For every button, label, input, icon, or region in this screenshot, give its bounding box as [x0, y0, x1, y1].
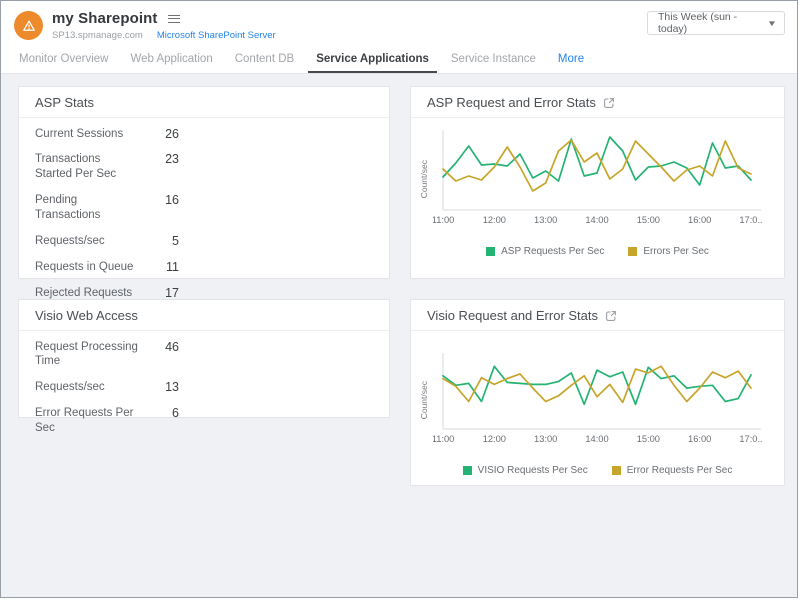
stat-row: Error Requests Per Sec6 [35, 401, 373, 442]
legend-label: Error Requests Per Sec [627, 465, 733, 476]
stat-label: Requests in Queue [35, 260, 139, 275]
svg-text:15:00: 15:00 [637, 434, 660, 444]
legend-swatch [628, 247, 637, 256]
tab-web-application[interactable]: Web Application [122, 49, 220, 73]
legend-swatch [486, 247, 495, 256]
stat-value: 46 [139, 340, 179, 354]
legend-item-visio-requests-per-sec[interactable]: VISIO Requests Per Sec [463, 465, 588, 476]
header: my Sharepoint SP13.spmanage.com Microsof… [1, 1, 797, 49]
svg-text:11:00: 11:00 [433, 215, 454, 225]
stat-row: Request Processing Time46 [35, 334, 373, 375]
svg-text:17:0..: 17:0.. [739, 215, 762, 225]
asp-line-chart: 11:00 12:00 13:00 14:00 15:00 16:00 17:0.. [433, 126, 778, 232]
time-range-select[interactable]: This Week (sun - today) ▼ [647, 11, 785, 35]
stat-value: 5 [139, 234, 179, 248]
legend-item-errors-per-sec[interactable]: Errors Per Sec [628, 246, 709, 257]
stat-label: Request Processing Time [35, 340, 139, 370]
tab-service-instance[interactable]: Service Instance [443, 49, 544, 73]
visio-line-chart: 11:00 12:00 13:00 14:00 15:00 16:00 17:0.. [433, 349, 778, 451]
chevron-down-icon: ▼ [767, 19, 777, 28]
asp-stats-panel: ASP Stats Current Sessions26Transactions… [18, 86, 390, 279]
time-range-value: This Week (sun - today) [658, 11, 768, 35]
popout-icon[interactable] [603, 97, 615, 109]
svg-text:13:00: 13:00 [534, 434, 557, 444]
page-title: my Sharepoint [52, 10, 158, 27]
legend-swatch [612, 466, 621, 475]
asp-chart-title: ASP Request and Error Stats [427, 95, 596, 110]
svg-text:12:00: 12:00 [483, 434, 506, 444]
stat-value: 11 [139, 260, 179, 274]
svg-text:12:00: 12:00 [483, 215, 506, 225]
stat-label: Pending Transactions [35, 193, 139, 223]
asp-chart-legend: ASP Requests Per Sec Errors Per Sec [411, 246, 784, 257]
tab-bar: Monitor OverviewWeb Application Content D… [1, 49, 797, 74]
visio-web-access-rows: Request Processing Time46Requests/sec13E… [19, 331, 389, 448]
stat-label: Error Requests Per Sec [35, 406, 139, 436]
host-name: SP13.spmanage.com [52, 30, 143, 41]
stat-row: Pending Transactions16 [35, 188, 373, 229]
stat-value: 26 [139, 127, 179, 141]
stat-value: 17 [139, 286, 179, 300]
stat-row: Current Sessions26 [35, 121, 373, 147]
stat-row: Transactions Started Per Sec23 [35, 147, 373, 188]
visio-chart-legend: VISIO Requests Per Sec Error Requests Per… [411, 465, 784, 476]
tab-more[interactable]: More [550, 49, 592, 73]
legend-swatch [463, 466, 472, 475]
dashboard-content: ASP Stats Current Sessions26Transactions… [1, 74, 797, 597]
svg-text:16:00: 16:00 [688, 434, 711, 444]
legend-item-asp-requests-per-sec[interactable]: ASP Requests Per Sec [486, 246, 604, 257]
svg-text:17:0..: 17:0.. [739, 434, 762, 444]
stat-value: 6 [139, 406, 179, 420]
tab-service-applications[interactable]: Service Applications [308, 49, 437, 73]
svg-text:16:00: 16:00 [688, 215, 711, 225]
legend-label: Errors Per Sec [643, 246, 709, 257]
svg-text:14:00: 14:00 [585, 215, 608, 225]
asp-chart-ylabel: Count/sec [419, 160, 433, 198]
tab-monitor-overview[interactable]: Monitor Overview [11, 49, 116, 73]
stat-label: Transactions Started Per Sec [35, 152, 139, 182]
monitor-status-icon [14, 11, 43, 40]
warning-triangle-icon [21, 18, 37, 34]
legend-item-error-requests-per-sec[interactable]: Error Requests Per Sec [612, 465, 733, 476]
popout-icon[interactable] [605, 310, 617, 322]
visio-chart-ylabel: Count/sec [419, 381, 433, 419]
stat-value: 23 [139, 152, 179, 166]
stat-value: 13 [139, 380, 179, 394]
legend-label: VISIO Requests Per Sec [478, 465, 588, 476]
stat-row: Requests/sec13 [35, 375, 373, 401]
sharepoint-server-link[interactable]: Microsoft SharePoint Server [157, 30, 276, 41]
asp-stats-title: ASP Stats [19, 87, 389, 118]
visio-chart-title: Visio Request and Error Stats [427, 308, 598, 323]
asp-chart-panel: ASP Request and Error Stats Count/sec 11… [410, 86, 785, 279]
visio-chart-panel: Visio Request and Error Stats Count/sec … [410, 299, 785, 486]
stat-value: 16 [139, 193, 179, 207]
legend-label: ASP Requests Per Sec [501, 246, 604, 257]
stat-row: Requests in Queue11 [35, 255, 373, 281]
stat-label: Requests/sec [35, 380, 139, 395]
visio-web-access-title: Visio Web Access [19, 300, 389, 331]
stat-row: Requests/sec5 [35, 229, 373, 255]
svg-text:15:00: 15:00 [637, 215, 660, 225]
svg-text:11:00: 11:00 [433, 434, 454, 444]
app-window: my Sharepoint SP13.spmanage.com Microsof… [0, 0, 798, 598]
hamburger-menu-icon[interactable] [167, 13, 181, 25]
visio-web-access-panel: Visio Web Access Request Processing Time… [18, 299, 390, 418]
stat-label: Requests/sec [35, 234, 139, 249]
tab-content-db[interactable]: Content DB [227, 49, 302, 73]
svg-text:14:00: 14:00 [585, 434, 608, 444]
stat-label: Current Sessions [35, 127, 139, 142]
svg-text:13:00: 13:00 [534, 215, 557, 225]
